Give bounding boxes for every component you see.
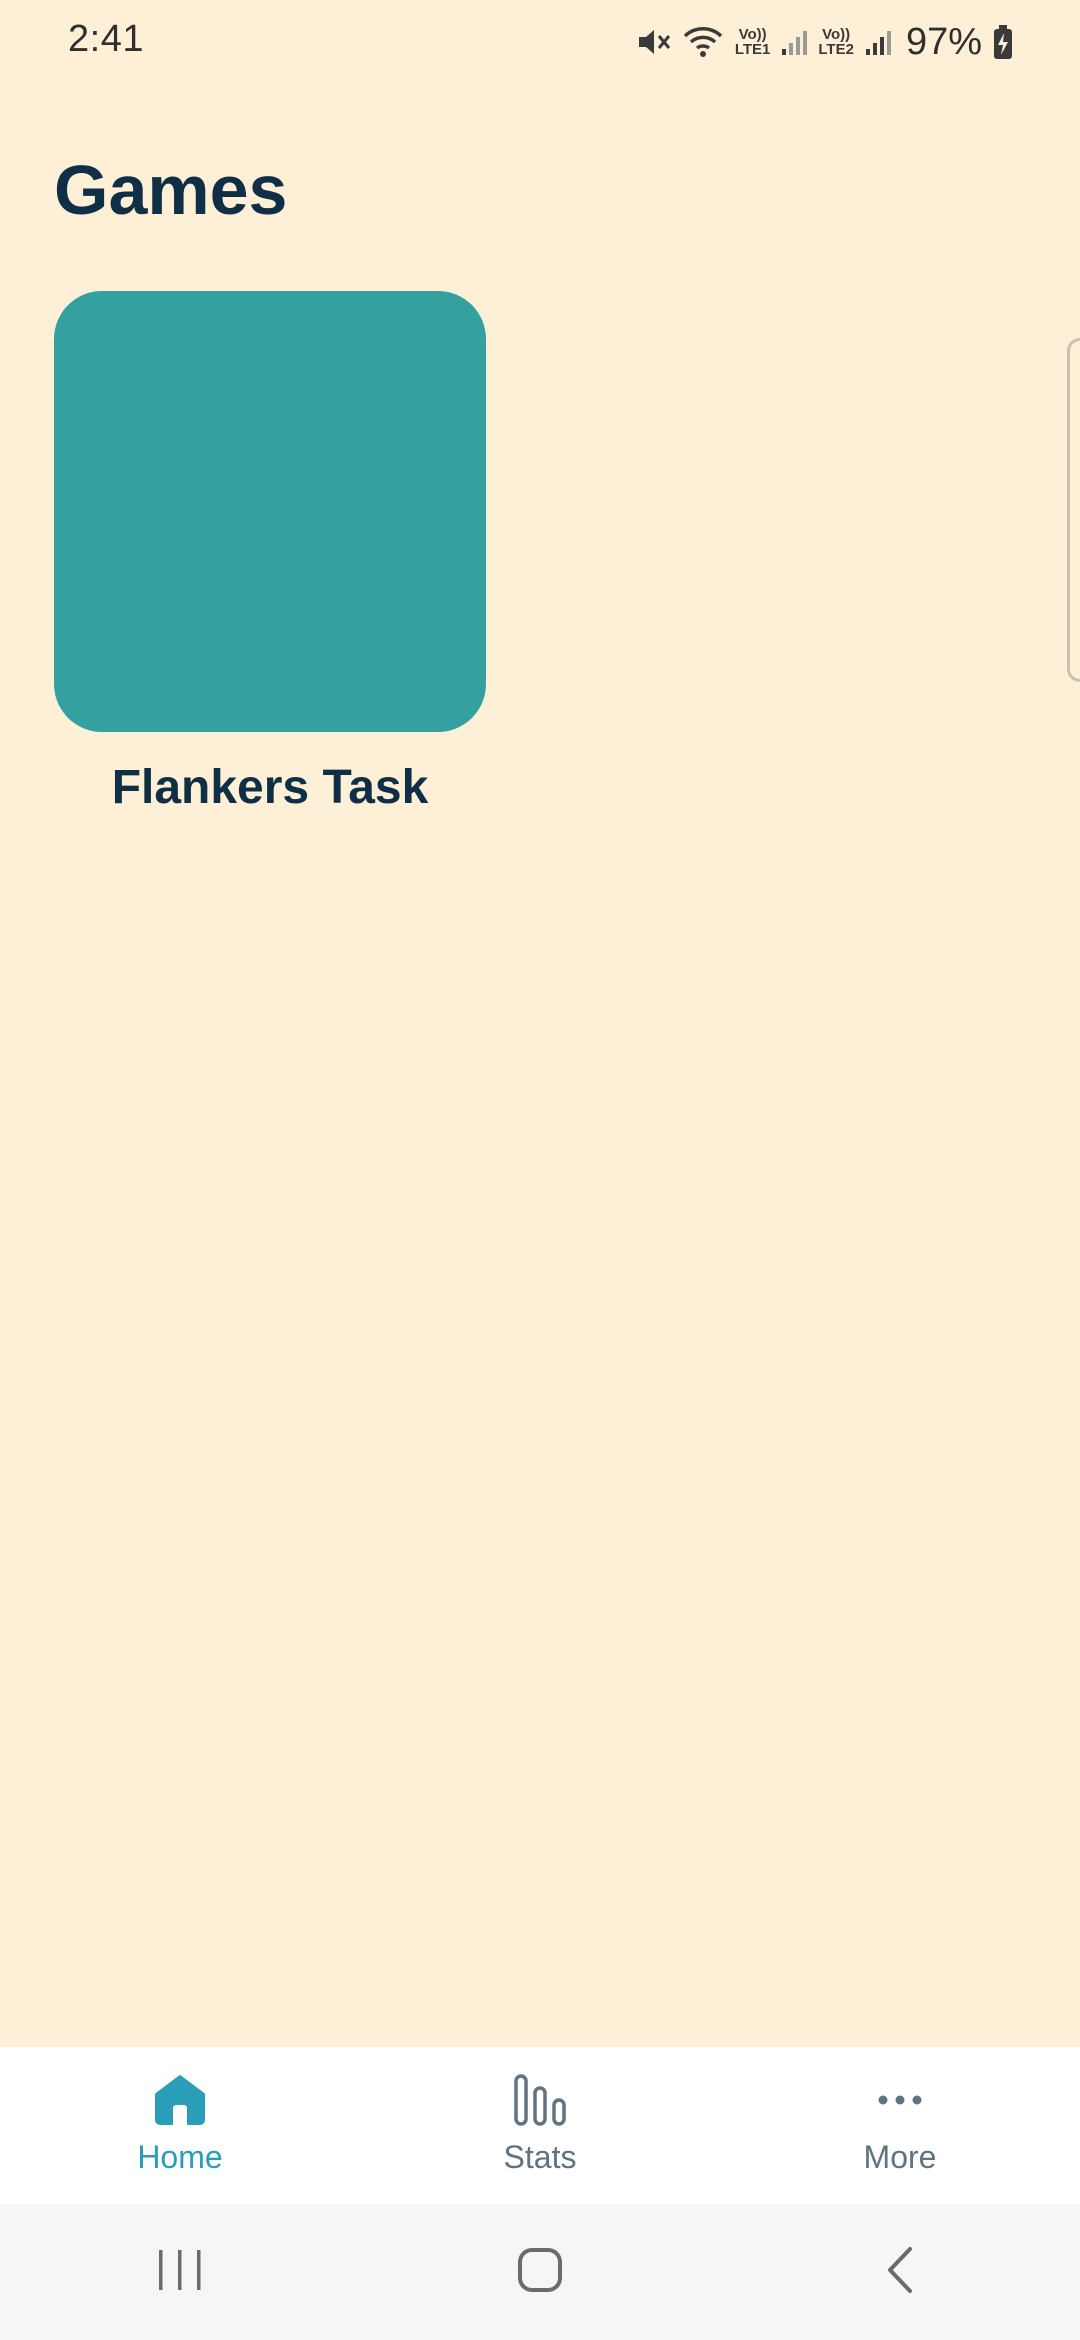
home-circle-icon: [516, 2246, 564, 2299]
sim2-indicator: Vo)) LTE2: [818, 27, 854, 57]
nav-label-more: More: [863, 2139, 937, 2175]
wifi-icon: [681, 24, 725, 60]
mute-icon: [635, 24, 671, 60]
signal-icon: [780, 27, 808, 57]
home-icon: [152, 2071, 208, 2129]
status-icons: Vo)) LTE1 Vo)) LTE2 97%: [635, 18, 1014, 66]
battery-charging-icon: [992, 24, 1014, 60]
sim1-indicator: Vo)) LTE1: [735, 27, 771, 57]
system-nav-bar: [0, 2204, 1080, 2340]
more-icon: [872, 2071, 928, 2129]
game-label: Flankers Task: [111, 761, 429, 814]
signal-icon: [864, 27, 892, 57]
sim1-lte: LTE1: [734, 41, 771, 58]
nav-item-stats[interactable]: Stats: [360, 2047, 720, 2204]
game-tile[interactable]: [54, 291, 486, 732]
sim2-volte: Vo)): [822, 26, 851, 43]
status-bar: 2:41 Vo)) LTE1 Vo)) LTE2 97%: [0, 0, 1080, 84]
edge-panel-handle[interactable]: [1067, 338, 1080, 682]
bottom-nav: Home Stats More: [0, 2047, 1080, 2204]
nav-item-home[interactable]: Home: [0, 2047, 360, 2204]
back-icon: [880, 2245, 920, 2300]
nav-label-home: Home: [137, 2139, 223, 2175]
status-time: 2:41: [68, 18, 144, 60]
page-title: Games: [54, 151, 288, 229]
home-button[interactable]: [480, 2232, 600, 2312]
sim2-lte: LTE2: [818, 41, 854, 58]
game-card-flankers[interactable]: Flankers Task: [54, 291, 486, 815]
recents-icon: [155, 2247, 205, 2298]
back-button[interactable]: [840, 2232, 960, 2312]
nav-label-stats: Stats: [503, 2139, 577, 2175]
recents-button[interactable]: [120, 2232, 240, 2312]
stats-icon: [512, 2071, 568, 2129]
sim1-volte: Vo)): [738, 26, 767, 43]
nav-item-more[interactable]: More: [720, 2047, 1080, 2204]
battery-percent: 97%: [905, 20, 982, 63]
